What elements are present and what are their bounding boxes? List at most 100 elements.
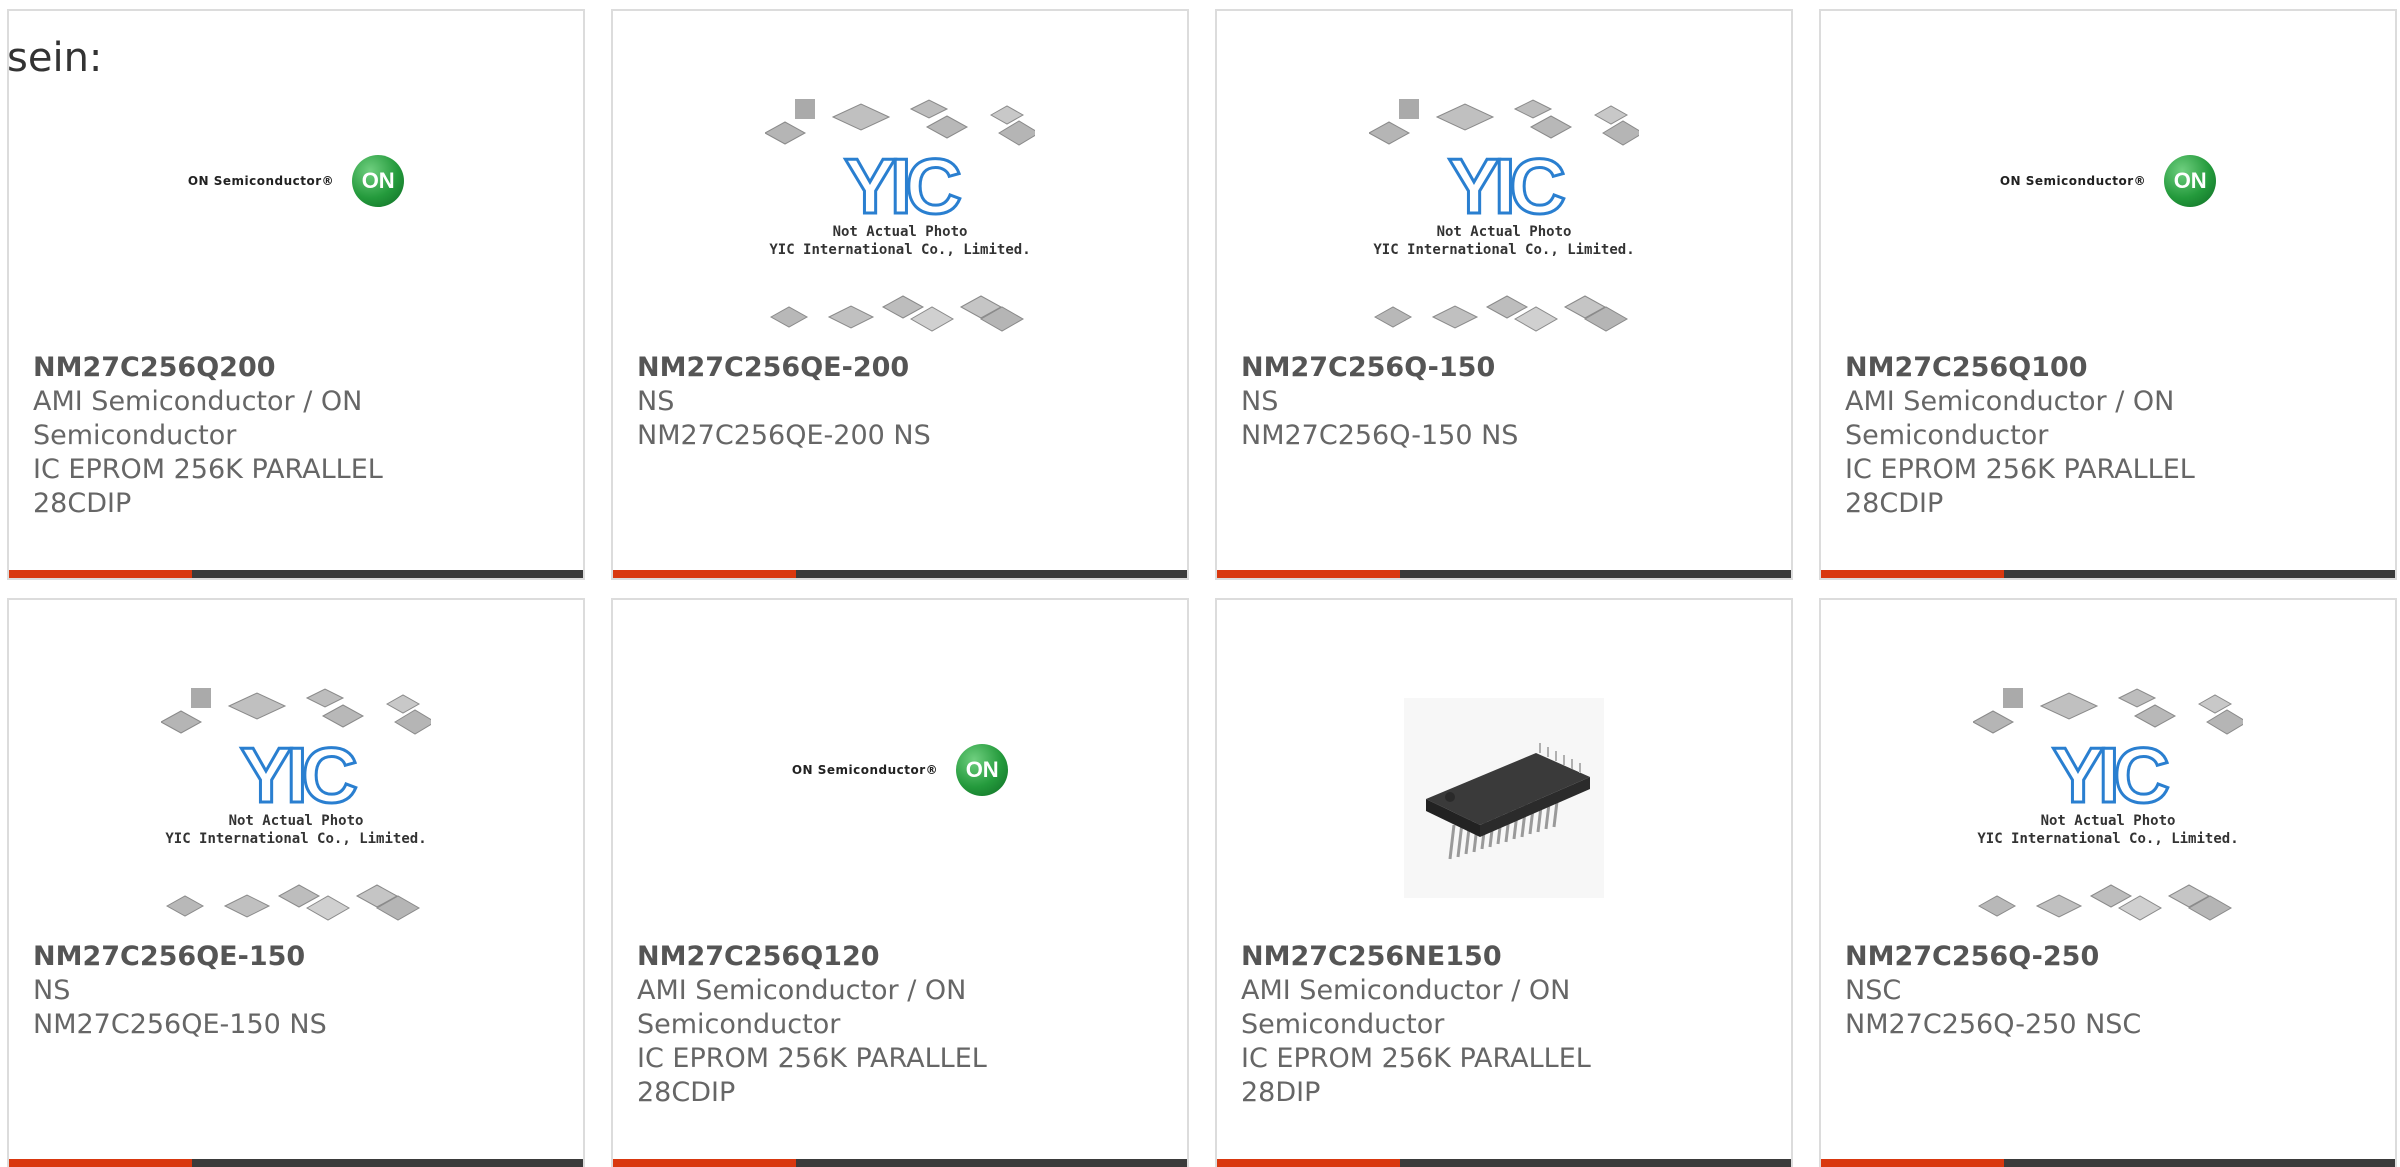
product-image[interactable]: YIC Not Actual Photo YIC International Co.… <box>1821 680 2395 940</box>
placeholder-caption: Not Actual Photo YIC International Co., L… <box>1973 812 2243 848</box>
product-manufacturer: NS <box>637 386 675 417</box>
yic-placeholder-image: YIC Not Actual Photo YIC International Co.… <box>765 95 1035 335</box>
product-image[interactable]: ON Semiconductor® ON <box>9 91 583 351</box>
on-logo-badge: ON <box>352 155 405 207</box>
product-part-number[interactable]: NM27C256QE-200 <box>637 351 1163 385</box>
product-card[interactable]: ON Semiconductor® ON NM27C256Q120 AMI Se… <box>611 598 1189 1167</box>
yic-logo: YIC <box>844 142 961 230</box>
product-listing-page: ON Semiconductor® ON NM27C256Q200 AMI Se… <box>0 0 2400 1167</box>
dip-chip-photo <box>1404 698 1604 898</box>
product-card[interactable]: YIC Not Actual Photo YIC International Co.… <box>1819 598 2397 1167</box>
yic-logo: YIC <box>2052 731 2169 819</box>
product-card[interactable]: YIC Not Actual Photo YIC International Co.… <box>611 9 1189 580</box>
on-semiconductor-logo: ON Semiconductor® ON <box>1999 155 2217 207</box>
placeholder-caption-line2: YIC International Co., Limited. <box>1373 242 1635 258</box>
card-bottom-bar <box>1217 570 1791 578</box>
product-card[interactable]: ON Semiconductor® ON NM27C256Q200 AMI Se… <box>7 9 585 580</box>
product-manufacturer: NS <box>1241 386 1279 417</box>
product-part-number[interactable]: NM27C256Q100 <box>1845 351 2371 385</box>
card-accent-bar <box>1217 570 1400 578</box>
product-info: NM27C256Q120 AMI Semiconductor / ON Semi… <box>637 940 1163 1110</box>
product-description: NM27C256QE-200 NS <box>637 420 931 451</box>
product-manufacturer: NS <box>33 975 71 1006</box>
yic-placeholder-image: YIC Not Actual Photo YIC International Co.… <box>1369 95 1639 335</box>
card-accent-bar <box>613 1159 796 1167</box>
product-image[interactable]: ON Semiconductor® ON <box>1821 91 2395 351</box>
product-part-number[interactable]: NM27C256Q200 <box>33 351 559 385</box>
product-info: NM27C256QE-150 NS NM27C256QE-150 NS <box>33 940 559 1042</box>
on-logo-text: ON Semiconductor® <box>1999 174 2147 188</box>
yic-placeholder-image: YIC Not Actual Photo YIC International Co.… <box>161 684 431 924</box>
placeholder-caption-line2: YIC International Co., Limited. <box>769 242 1031 258</box>
placeholder-caption-line1: Not Actual Photo <box>832 224 968 240</box>
placeholder-caption: Not Actual Photo YIC International Co., L… <box>765 223 1035 259</box>
yic-logo: YIC <box>240 731 357 819</box>
product-manufacturer: AMI Semiconductor / ON Semiconductor <box>33 386 363 451</box>
product-description: IC EPROM 256K PARALLEL 28CDIP <box>637 1043 987 1108</box>
product-description: IC EPROM 256K PARALLEL 28CDIP <box>33 454 383 519</box>
placeholder-caption-line2: YIC International Co., Limited. <box>1977 831 2239 847</box>
chip-packages-icon: YIC <box>161 688 431 921</box>
card-bottom-bar <box>1217 1159 1791 1167</box>
product-part-number[interactable]: NM27C256QE-150 <box>33 940 559 974</box>
yic-placeholder-image: YIC Not Actual Photo YIC International Co.… <box>1973 684 2243 924</box>
intro-text: sein: <box>7 35 103 81</box>
card-accent-bar <box>1821 570 2004 578</box>
product-manufacturer: AMI Semiconductor / ON Semiconductor <box>637 975 967 1040</box>
on-logo-badge: ON <box>2164 155 2217 207</box>
placeholder-caption-line1: Not Actual Photo <box>2040 813 2176 829</box>
card-accent-bar <box>613 570 796 578</box>
chip-packages-icon: YIC <box>765 99 1035 332</box>
product-card[interactable]: YIC Not Actual Photo YIC International Co.… <box>1215 9 1793 580</box>
placeholder-caption-line1: Not Actual Photo <box>1436 224 1572 240</box>
product-grid: ON Semiconductor® ON NM27C256Q200 AMI Se… <box>7 9 2400 1167</box>
product-manufacturer: AMI Semiconductor / ON Semiconductor <box>1241 975 1571 1040</box>
product-info: NM27C256Q100 AMI Semiconductor / ON Semi… <box>1845 351 2371 521</box>
card-accent-bar <box>1217 1159 1400 1167</box>
product-card[interactable]: YIC Not Actual Photo YIC International Co.… <box>7 598 585 1167</box>
chip-packages-icon: YIC <box>1973 688 2243 921</box>
product-card[interactable]: NM27C256NE150 AMI Semiconductor / ON Sem… <box>1215 598 1793 1167</box>
product-image[interactable]: YIC Not Actual Photo YIC International Co.… <box>1217 91 1791 351</box>
product-description: IC EPROM 256K PARALLEL 28CDIP <box>1845 454 2195 519</box>
product-part-number[interactable]: NM27C256NE150 <box>1241 940 1767 974</box>
card-bottom-bar <box>1821 570 2395 578</box>
product-info: NM27C256Q-250 NSC NM27C256Q-250 NSC <box>1845 940 2371 1042</box>
product-info: NM27C256Q200 AMI Semiconductor / ON Semi… <box>33 351 559 521</box>
placeholder-caption-line2: YIC International Co., Limited. <box>165 831 427 847</box>
product-part-number[interactable]: NM27C256Q-250 <box>1845 940 2371 974</box>
on-logo-text: ON Semiconductor® <box>791 763 939 777</box>
placeholder-caption: Not Actual Photo YIC International Co., L… <box>1369 223 1639 259</box>
product-info: NM27C256Q-150 NS NM27C256Q-150 NS <box>1241 351 1767 453</box>
card-bottom-bar <box>613 1159 1187 1167</box>
product-part-number[interactable]: NM27C256Q-150 <box>1241 351 1767 385</box>
chip-packages-icon: YIC <box>1369 99 1639 332</box>
product-card[interactable]: ON Semiconductor® ON NM27C256Q100 AMI Se… <box>1819 9 2397 580</box>
placeholder-caption-line1: Not Actual Photo <box>228 813 364 829</box>
product-manufacturer: AMI Semiconductor / ON Semiconductor <box>1845 386 2175 451</box>
placeholder-caption: Not Actual Photo YIC International Co., L… <box>161 812 431 848</box>
product-info: NM27C256NE150 AMI Semiconductor / ON Sem… <box>1241 940 1767 1110</box>
product-image[interactable] <box>1217 680 1791 940</box>
product-image[interactable]: ON Semiconductor® ON <box>613 680 1187 940</box>
dip-chip-icon <box>1426 743 1590 860</box>
product-manufacturer: NSC <box>1845 975 1902 1006</box>
card-bottom-bar <box>613 570 1187 578</box>
card-bottom-bar <box>1821 1159 2395 1167</box>
product-description: NM27C256QE-150 NS <box>33 1009 327 1040</box>
yic-logo: YIC <box>1448 142 1565 230</box>
card-bottom-bar <box>9 1159 583 1167</box>
on-logo-badge: ON <box>956 744 1009 796</box>
card-accent-bar <box>1821 1159 2004 1167</box>
product-image[interactable]: YIC Not Actual Photo YIC International Co.… <box>9 680 583 940</box>
product-part-number[interactable]: NM27C256Q120 <box>637 940 1163 974</box>
product-description: IC EPROM 256K PARALLEL 28DIP <box>1241 1043 1591 1108</box>
card-bottom-bar <box>9 570 583 578</box>
on-semiconductor-logo: ON Semiconductor® ON <box>188 155 405 207</box>
card-accent-bar <box>9 1159 192 1167</box>
product-info: NM27C256QE-200 NS NM27C256QE-200 NS <box>637 351 1163 453</box>
product-image[interactable]: YIC Not Actual Photo YIC International Co.… <box>613 91 1187 351</box>
card-accent-bar <box>9 570 192 578</box>
product-description: NM27C256Q-150 NS <box>1241 420 1519 451</box>
product-description: NM27C256Q-250 NSC <box>1845 1009 2142 1040</box>
